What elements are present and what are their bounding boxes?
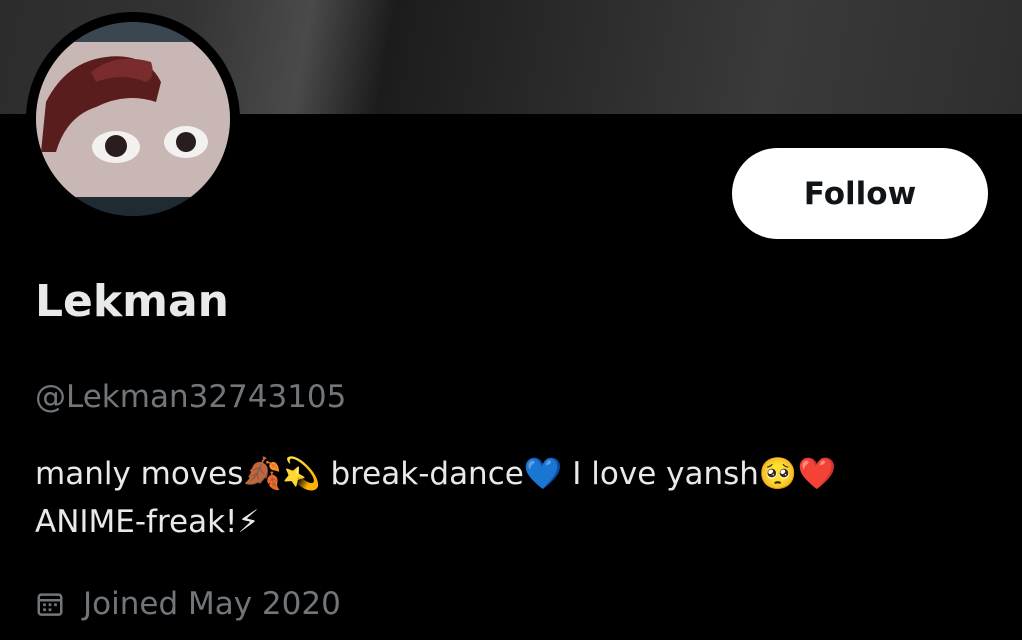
bio-line: manly moves🍂💫 break-dance💙 I love yansh🥺… bbox=[35, 456, 837, 492]
display-name: Lekman bbox=[35, 276, 230, 327]
bio-line: ANIME-freak!⚡ bbox=[35, 504, 260, 540]
avatar[interactable] bbox=[36, 22, 230, 216]
joined-date-text: Joined May 2020 bbox=[83, 586, 341, 622]
bio: manly moves🍂💫 break-dance💙 I love yansh🥺… bbox=[35, 450, 995, 546]
avatar-image bbox=[36, 22, 230, 216]
avatar-border bbox=[26, 12, 240, 226]
joined-date: Joined May 2020 bbox=[35, 580, 341, 628]
follow-button[interactable]: Follow bbox=[732, 148, 988, 239]
username-handle: @Lekman32743105 bbox=[35, 379, 347, 415]
calendar-icon bbox=[37, 593, 63, 616]
